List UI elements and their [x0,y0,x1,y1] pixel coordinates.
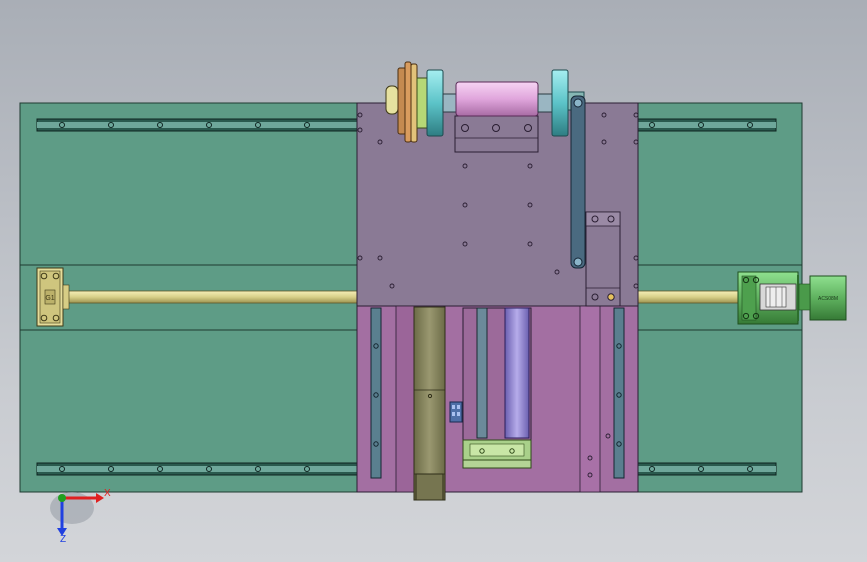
cam-bracket [585,211,621,307]
lower-plate-inner-right [579,305,601,493]
crank-arm [570,95,586,269]
servo-motor-assembly: ACS08M [737,271,847,325]
roller-mount-block [454,115,539,153]
proximity-sensor [449,401,463,423]
bearing-block-label: G1 [45,295,54,302]
vertical-rail-right [613,307,625,479]
pneumatic-cylinder [462,307,532,469]
carriage-block [413,306,446,501]
triad-x-label: X [104,488,111,499]
motor-label: ACS08M [818,296,838,302]
cad-viewport: G1 ACS08M X Z [19,61,847,545]
coordinate-triad: X Z [50,488,111,545]
guide-rail-bottom-right [637,462,777,476]
guide-rail-top-right [637,118,777,132]
vertical-rail-left [370,307,382,479]
triad-x-arrow [96,493,104,503]
triad-z-label: Z [60,534,66,545]
triad-y-origin [58,494,66,502]
